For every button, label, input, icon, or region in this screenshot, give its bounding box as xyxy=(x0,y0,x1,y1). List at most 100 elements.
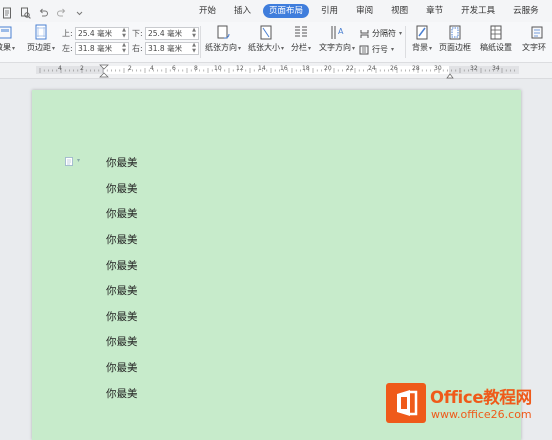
tab-review[interactable]: 审阅 xyxy=(347,0,382,22)
document-line: 你最美 xyxy=(106,260,138,272)
orientation-button[interactable]: 纸张方向▾ xyxy=(204,24,242,54)
indent-marker-icon[interactable] xyxy=(99,64,109,78)
site-watermark: Office教程网 www.office26.com xyxy=(386,382,552,428)
document-line: 你最美 xyxy=(106,208,138,220)
spinner-icon[interactable]: ▲ ▼ xyxy=(122,42,126,54)
right-indent-marker-icon[interactable] xyxy=(446,71,454,79)
ruler-number: 32 xyxy=(470,65,478,72)
margin-left-label: 左: xyxy=(62,44,73,53)
ruler-number: 8 xyxy=(194,65,198,72)
breaks-icon xyxy=(360,29,369,38)
ruler-number: 30 xyxy=(434,65,442,72)
watermark-title: Office教程网 xyxy=(430,388,532,407)
paper-settings-label: 稿纸设置 xyxy=(480,43,512,52)
paper-size-label: 纸张大小 xyxy=(247,43,280,52)
text-direction-icon: A xyxy=(331,26,344,39)
margin-right-field[interactable]: 31.8 毫米 ▲ ▼ xyxy=(145,42,199,55)
text-wrap-icon xyxy=(531,26,543,39)
margin-right-value: 31.8 毫米 xyxy=(148,44,183,53)
ruler-number: 2 xyxy=(80,65,84,72)
ribbon: 效果▾ 页边距▾ 上: 25.4 毫米 ▲▼ 左: 31.8 毫米 ▲▼ 下: 25… xyxy=(0,22,552,63)
ruler-number: 22 xyxy=(346,65,354,72)
tab-references[interactable]: 引用 xyxy=(312,0,347,22)
columns-icon xyxy=(295,26,307,37)
paragraph-menu-icon[interactable]: ▾ xyxy=(77,157,80,164)
tab-bar: 开始 插入 页面布局 引用 审阅 视图 章节 开发工具 云服务 xyxy=(0,0,552,23)
tab-developer[interactable]: 开发工具 xyxy=(452,0,504,22)
horizontal-ruler[interactable]: 4 2 2 4 6 8 10 12 14 16 18 20 22 24 26 28 30 32 34 xyxy=(0,63,552,79)
theme-effects-button[interactable]: 效果▾ xyxy=(0,24,16,54)
columns-label: 分栏 xyxy=(290,43,307,52)
margins-label: 页边距 xyxy=(26,43,51,52)
page-border-icon xyxy=(449,25,461,40)
tab-insert[interactable]: 插入 xyxy=(225,0,260,22)
ruler-number: 10 xyxy=(214,65,222,72)
margin-top-field[interactable]: 25.4 毫米 ▲ ▼ xyxy=(75,27,129,40)
divider xyxy=(405,26,406,58)
margin-left-field[interactable]: 31.8 毫米 ▲ ▼ xyxy=(75,42,129,55)
orientation-icon xyxy=(217,25,230,39)
ruler-number: 6 xyxy=(172,65,176,72)
text-direction-label: 文字方向 xyxy=(318,43,351,52)
document-line: 你最美 xyxy=(106,336,138,348)
orientation-label: 纸张方向 xyxy=(204,43,237,52)
margin-top-label: 上: xyxy=(62,29,73,38)
paper-size-button[interactable]: 纸张大小▾ xyxy=(247,24,285,54)
document-line: 你最美 xyxy=(106,285,138,297)
ruler-number: 34 xyxy=(492,65,500,72)
line-numbers-button[interactable]: 行号 ▾ xyxy=(359,44,394,55)
ruler-number: 4 xyxy=(150,65,154,72)
ruler-number: 2 xyxy=(128,65,132,72)
margin-top-group: 上: 25.4 毫米 ▲ ▼ xyxy=(62,27,129,40)
margin-bottom-field[interactable]: 25.4 毫米 ▲ ▼ xyxy=(145,27,199,40)
dropdown-icon[interactable] xyxy=(74,4,85,16)
margin-right-label: 右: xyxy=(132,44,143,53)
document-line: 你最美 xyxy=(106,362,138,374)
spinner-icon[interactable]: ▲ ▼ xyxy=(122,27,126,39)
line-numbers-icon xyxy=(359,45,369,54)
ruler-number: 4 xyxy=(58,65,62,72)
paper-settings-icon xyxy=(490,25,502,40)
margin-left-value: 31.8 毫米 xyxy=(78,44,113,53)
line-numbers-label: 行号 xyxy=(372,45,388,54)
tab-chapter[interactable]: 章节 xyxy=(417,0,452,22)
page-border-button[interactable]: 页面边框 xyxy=(438,24,472,53)
ruler-number: 14 xyxy=(258,65,266,72)
file-icon[interactable] xyxy=(2,4,13,19)
background-label: 背景 xyxy=(411,43,428,52)
ruler-number: 28 xyxy=(412,65,420,72)
background-button[interactable]: 背景▾ xyxy=(410,24,434,54)
tab-home[interactable]: 开始 xyxy=(190,0,225,22)
ruler-number: 18 xyxy=(302,65,310,72)
spinner-icon[interactable]: ▲ ▼ xyxy=(192,27,196,39)
document-line: 你最美 xyxy=(106,183,138,195)
paragraph-icon[interactable] xyxy=(65,157,73,166)
margin-bottom-label: 下: xyxy=(132,29,143,38)
margins-button[interactable]: 页边距▾ xyxy=(26,24,56,54)
theme-effects-label: 效果 xyxy=(0,43,11,52)
page-border-label: 页面边框 xyxy=(439,43,471,52)
text-direction-button[interactable]: A 文字方向▾ xyxy=(318,24,356,54)
ruler-number: 26 xyxy=(390,65,398,72)
theme-effects-icon xyxy=(0,26,12,39)
text-wrap-label: 文字环 xyxy=(522,43,546,52)
document-line: 你最美 xyxy=(106,388,138,400)
ribbon-tabs: 开始 插入 页面布局 引用 审阅 视图 章节 开发工具 云服务 xyxy=(190,0,548,22)
watermark-url: www.office26.com xyxy=(431,408,532,421)
divider xyxy=(200,26,201,58)
ruler-number: 16 xyxy=(280,65,288,72)
undo-icon[interactable] xyxy=(38,4,49,17)
print-preview-icon[interactable] xyxy=(20,4,31,19)
spinner-icon[interactable]: ▲ ▼ xyxy=(192,42,196,54)
columns-button[interactable]: 分栏▾ xyxy=(289,24,313,54)
tab-view[interactable]: 视图 xyxy=(382,0,417,22)
text-wrap-button[interactable]: 文字环 xyxy=(522,24,552,53)
tab-cloud[interactable]: 云服务 xyxy=(504,0,548,22)
breaks-button[interactable]: 分隔符 ▾ xyxy=(359,28,402,39)
breaks-label: 分隔符 xyxy=(372,29,396,38)
tab-page-layout[interactable]: 页面布局 xyxy=(263,4,310,18)
document-line: 你最美 xyxy=(106,311,138,323)
redo-icon[interactable] xyxy=(56,4,67,17)
paper-settings-button[interactable]: 稿纸设置 xyxy=(478,24,514,53)
margin-bottom-value: 25.4 毫米 xyxy=(148,29,183,38)
